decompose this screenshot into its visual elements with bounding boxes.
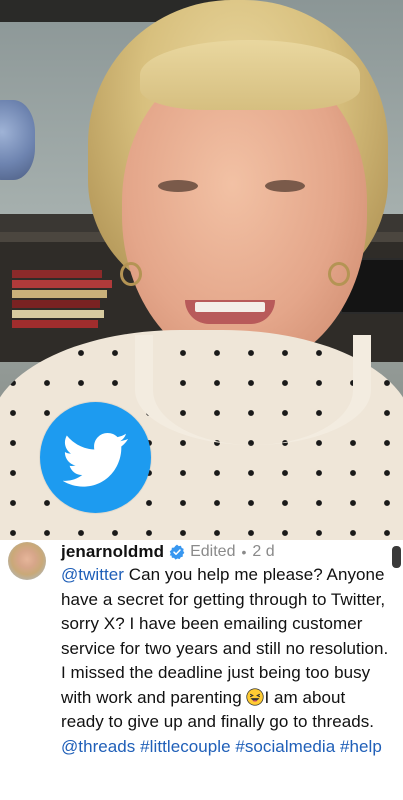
laughing-face-icon (246, 687, 265, 706)
person-teeth (195, 302, 265, 312)
comment-age: 2 d (252, 543, 275, 560)
verified-badge-icon (169, 544, 185, 560)
blouse-collar (135, 335, 371, 445)
hashtag-littlecouple-link[interactable]: #littlecouple (140, 737, 230, 756)
comment-header: jenarnoldmd Edited • 2 d (61, 540, 275, 564)
mention-threads-link[interactable]: @threads (61, 737, 135, 756)
hashtag-socialmedia-link[interactable]: #socialmedia (235, 737, 335, 756)
username-link[interactable]: jenarnoldmd (61, 542, 164, 562)
comment-text-part-1: Can you help me please? Anyone have a se… (61, 565, 389, 707)
separator-dot: • (241, 544, 247, 560)
earring (328, 262, 350, 286)
twitter-bird-icon (40, 402, 151, 513)
person-eye (265, 180, 305, 192)
earring (120, 262, 142, 286)
hashtag-help-link[interactable]: #help (340, 737, 382, 756)
avatar[interactable] (8, 542, 46, 580)
edited-label: Edited (190, 543, 236, 560)
hydrangea-flower (0, 100, 35, 180)
person-eye (158, 180, 198, 192)
scrollbar-thumb[interactable] (392, 546, 401, 568)
post-photo[interactable] (0, 0, 403, 540)
mention-twitter-link[interactable]: @twitter (61, 565, 124, 584)
twitter-bird-glyph (62, 432, 128, 487)
comment: jenarnoldmd Edited • 2 d @twitter Can yo… (0, 540, 403, 800)
comment-text: @twitter Can you help me please? Anyone … (61, 563, 391, 759)
person-bangs (140, 40, 360, 110)
